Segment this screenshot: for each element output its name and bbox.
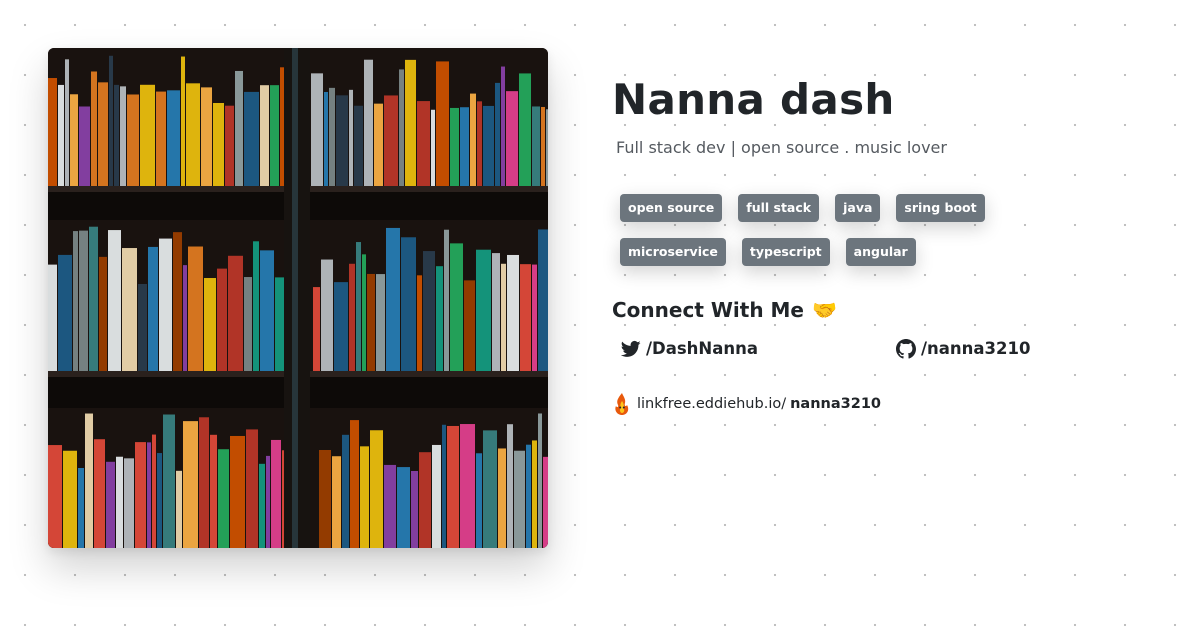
connect-heading: Connect With Me 🤝 [612, 296, 1172, 324]
bookshelf-photo [48, 48, 548, 548]
tag-badge: angular [845, 238, 916, 266]
connect-heading-text: Connect With Me [612, 298, 804, 322]
social-links: /DashNanna /nanna3210 [612, 336, 1172, 362]
tag-badge: microservice [620, 238, 726, 266]
linkfree-username: nanna3210 [790, 396, 882, 412]
twitter-icon [621, 339, 641, 359]
linkfree-logo-icon [612, 392, 632, 416]
handshake-icon: 🤝 [811, 298, 837, 322]
tag-badge: java [835, 194, 881, 222]
profile-image [48, 48, 548, 548]
profile-bio: Full stack dev | open source . music lov… [616, 138, 947, 157]
twitter-handle: /DashNanna [646, 339, 758, 358]
github-icon [896, 339, 916, 359]
profile-info: Nanna dash Full stack dev | open source … [612, 70, 1172, 416]
profile-name: Nanna dash [612, 75, 895, 124]
github-link[interactable]: /nanna3210 [896, 336, 1030, 362]
twitter-link[interactable]: /DashNanna [621, 336, 758, 362]
tag-list: open source full stack java sring boot m… [620, 194, 1020, 266]
tag-badge: open source [620, 194, 723, 222]
tag-badge: typescript [741, 238, 830, 266]
linkfree-link[interactable]: linkfree.eddiehub.io/ nanna3210 [612, 392, 1172, 416]
github-handle: /nanna3210 [921, 339, 1031, 358]
photo-tint [48, 48, 548, 548]
linkfree-url-prefix: linkfree.eddiehub.io/ [637, 396, 787, 412]
tag-badge: full stack [738, 194, 820, 222]
tag-badge: sring boot [896, 194, 985, 222]
